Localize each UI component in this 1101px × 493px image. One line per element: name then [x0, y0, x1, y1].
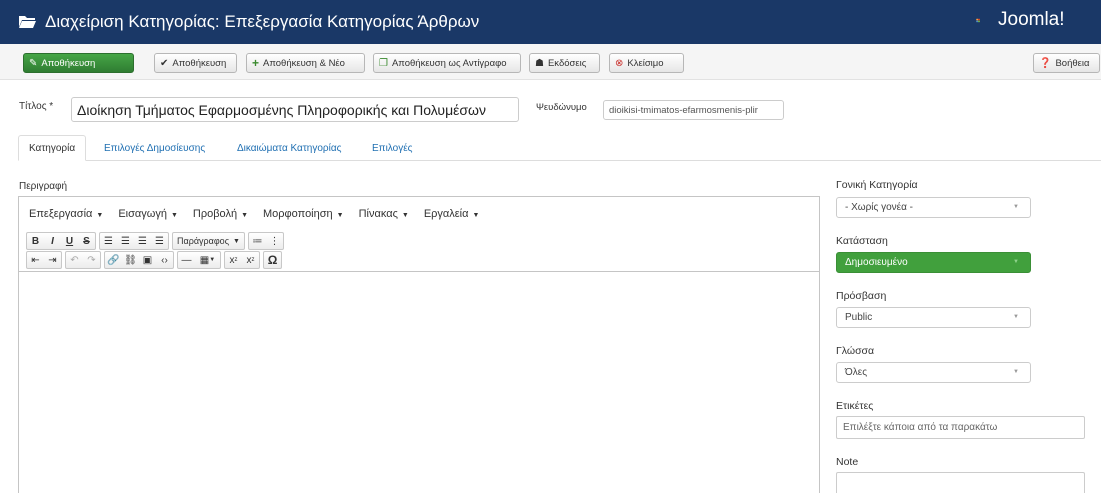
hr-table-group: — ▦ ▼ [177, 251, 221, 269]
editor-toolbar-row-2: ⇤ ⇥ ↶ ↷ 🔗 ⛓ ▣ ‹› — ▦ ▼ xz xz Ω [26, 251, 285, 269]
caret-down-icon: ▼ [1013, 204, 1019, 210]
horizontal-rule-icon[interactable]: — [178, 252, 195, 268]
underline-icon[interactable]: U [61, 233, 78, 249]
status-select[interactable]: Δημοσιευμένο ▼ [836, 252, 1031, 273]
toolbar: ✎ Αποθήκευση ✔ Αποθήκευση + Αποθήκευση & Νέ… [0, 44, 1101, 80]
undo-icon[interactable]: ↶ [66, 252, 83, 268]
menu-tools[interactable]: Εργαλεία ▼ [424, 208, 480, 220]
caret-down-icon: ▼ [1013, 314, 1019, 320]
indent-icon[interactable]: ⇥ [44, 252, 61, 268]
align-right-icon[interactable]: ☰ [134, 233, 151, 249]
link-icon[interactable]: 🔗 [105, 252, 122, 268]
numbered-list-icon[interactable]: ⋮ [266, 233, 283, 249]
strikethrough-icon[interactable]: S [78, 233, 95, 249]
alias-label: Ψευδώνυμο [536, 102, 587, 113]
parent-category-label: Γονική Κατηγορία [836, 179, 918, 191]
code-icon[interactable]: ‹› [156, 252, 173, 268]
superscript-icon[interactable]: xz [242, 252, 259, 268]
image-icon[interactable]: ▣ [139, 252, 156, 268]
table-icon[interactable]: ▦ ▼ [195, 252, 220, 268]
parent-category-select[interactable]: - Χωρίς γονέα - ▼ [836, 197, 1031, 218]
editor-toolbar-row-1: B I U S ☰ ☰ ☰ ☰ Παράγραφος ▼ ≔ ⋮ [26, 232, 287, 250]
save-button[interactable]: ✎ Αποθήκευση [23, 53, 134, 73]
archive-icon: ☗ [535, 57, 544, 69]
tags-input[interactable]: Επιλέξτε κάποια από τα παρακάτω [836, 416, 1085, 439]
tab-bar: Κατηγορία Επιλογές Δημοσίευσης Δικαιώματ… [18, 135, 1101, 161]
menu-insert[interactable]: Εισαγωγή ▼ [118, 208, 178, 220]
description-editor: Επεξεργασία ▼ Εισαγωγή ▼ Προβολή ▼ Μορφοποί… [18, 196, 820, 493]
redo-icon[interactable]: ↷ [83, 252, 100, 268]
indent-group: ⇤ ⇥ [26, 251, 62, 269]
question-circle-icon: ❓ [1039, 57, 1052, 69]
title-field[interactable]: Διοίκηση Τμήματος Εφαρμοσμένης Πληροφορι… [71, 97, 519, 122]
tab-publishing[interactable]: Επιλογές Δημοσίευσης [104, 135, 205, 161]
menu-view[interactable]: Προβολή ▼ [193, 208, 248, 220]
text-style-group: B I U S [26, 232, 96, 250]
editor-content-area[interactable] [19, 271, 819, 493]
paragraph-dropdown[interactable]: Παράγραφος ▼ [172, 232, 245, 250]
history-group: ↶ ↷ [65, 251, 101, 269]
caret-down-icon: ▼ [241, 211, 248, 219]
save-new-button[interactable]: + Αποθήκευση & Νέο [246, 53, 365, 73]
language-label: Γλώσσα [836, 345, 875, 357]
tags-label: Ετικέτες [836, 400, 874, 412]
close-button[interactable]: ⊗ Κλείσιμο [609, 53, 684, 73]
language-select[interactable]: Όλες ▼ [836, 362, 1031, 383]
tab-options[interactable]: Επιλογές [372, 135, 412, 161]
save-close-button[interactable]: ✔ Αποθήκευση [154, 53, 237, 73]
insert-group: 🔗 ⛓ ▣ ‹› [104, 251, 174, 269]
align-center-icon[interactable]: ☰ [117, 233, 134, 249]
list-group: ≔ ⋮ [247, 232, 284, 250]
omega-icon[interactable]: Ω [264, 252, 281, 268]
special-char-group: Ω [263, 251, 282, 269]
status-label: Κατάσταση [836, 235, 888, 247]
joomla-logo-icon [976, 18, 980, 23]
caret-down-icon: ▼ [401, 211, 409, 219]
close-circle-icon: ⊗ [615, 57, 624, 69]
folder-open-icon [19, 16, 36, 28]
access-select[interactable]: Public ▼ [836, 307, 1031, 328]
tab-category[interactable]: Κατηγορία [18, 135, 87, 161]
caret-down-icon: ▼ [336, 211, 344, 219]
alias-field[interactable]: dioikisi-tmimatos-efarmosmenis-plir [603, 100, 784, 120]
menu-format[interactable]: Μορφοποίηση ▼ [263, 208, 344, 220]
help-button[interactable]: ❓ Βοήθεια [1033, 53, 1100, 73]
unlink-icon[interactable]: ⛓ [122, 252, 139, 268]
caret-down-icon: ▼ [96, 211, 104, 219]
page-header: Διαχείριση Κατηγορίας: Επεξεργασία Κατηγ… [0, 0, 1101, 44]
editor-menubar: Επεξεργασία ▼ Εισαγωγή ▼ Προβολή ▼ Μορφοποί… [19, 197, 819, 230]
bullet-list-icon[interactable]: ≔ [249, 233, 266, 249]
caret-down-icon: ▼ [170, 211, 178, 219]
caret-down-icon: ▼ [233, 237, 240, 245]
copy-icon: ❐ [379, 57, 388, 69]
menu-edit[interactable]: Επεξεργασία ▼ [29, 208, 103, 220]
note-field[interactable] [836, 472, 1085, 493]
edit-icon: ✎ [29, 57, 38, 69]
caret-down-icon: ▼ [472, 211, 480, 219]
align-justify-icon[interactable]: ☰ [151, 233, 168, 249]
caret-down-icon: ▼ [1013, 369, 1019, 375]
outdent-icon[interactable]: ⇤ [27, 252, 44, 268]
joomla-logo-text: Joomla! [998, 9, 1065, 30]
bold-icon[interactable]: B [27, 233, 44, 249]
menu-table[interactable]: Πίνακας ▼ [359, 208, 409, 220]
check-icon: ✔ [160, 57, 169, 69]
align-left-icon[interactable]: ☰ [100, 233, 117, 249]
save-copy-button[interactable]: ❐ Αποθήκευση ως Αντίγραφο [373, 53, 521, 73]
caret-down-icon: ▼ [1013, 259, 1019, 265]
italic-icon[interactable]: I [44, 233, 61, 249]
subscript-icon[interactable]: xz [225, 252, 242, 268]
page-title: Διαχείριση Κατηγορίας: Επεξεργασία Κατηγ… [45, 12, 480, 31]
title-label: Τίτλος * [19, 101, 54, 112]
note-label: Note [836, 456, 859, 468]
versions-button[interactable]: ☗ Εκδόσεις [529, 53, 600, 73]
plus-icon: + [252, 56, 260, 70]
script-group: xz xz [224, 251, 260, 269]
description-label: Περιγραφή [19, 181, 68, 192]
access-label: Πρόσβαση [836, 290, 887, 302]
tab-permissions[interactable]: Δικαιώματα Κατηγορίας [237, 135, 341, 161]
align-group: ☰ ☰ ☰ ☰ [99, 232, 169, 250]
